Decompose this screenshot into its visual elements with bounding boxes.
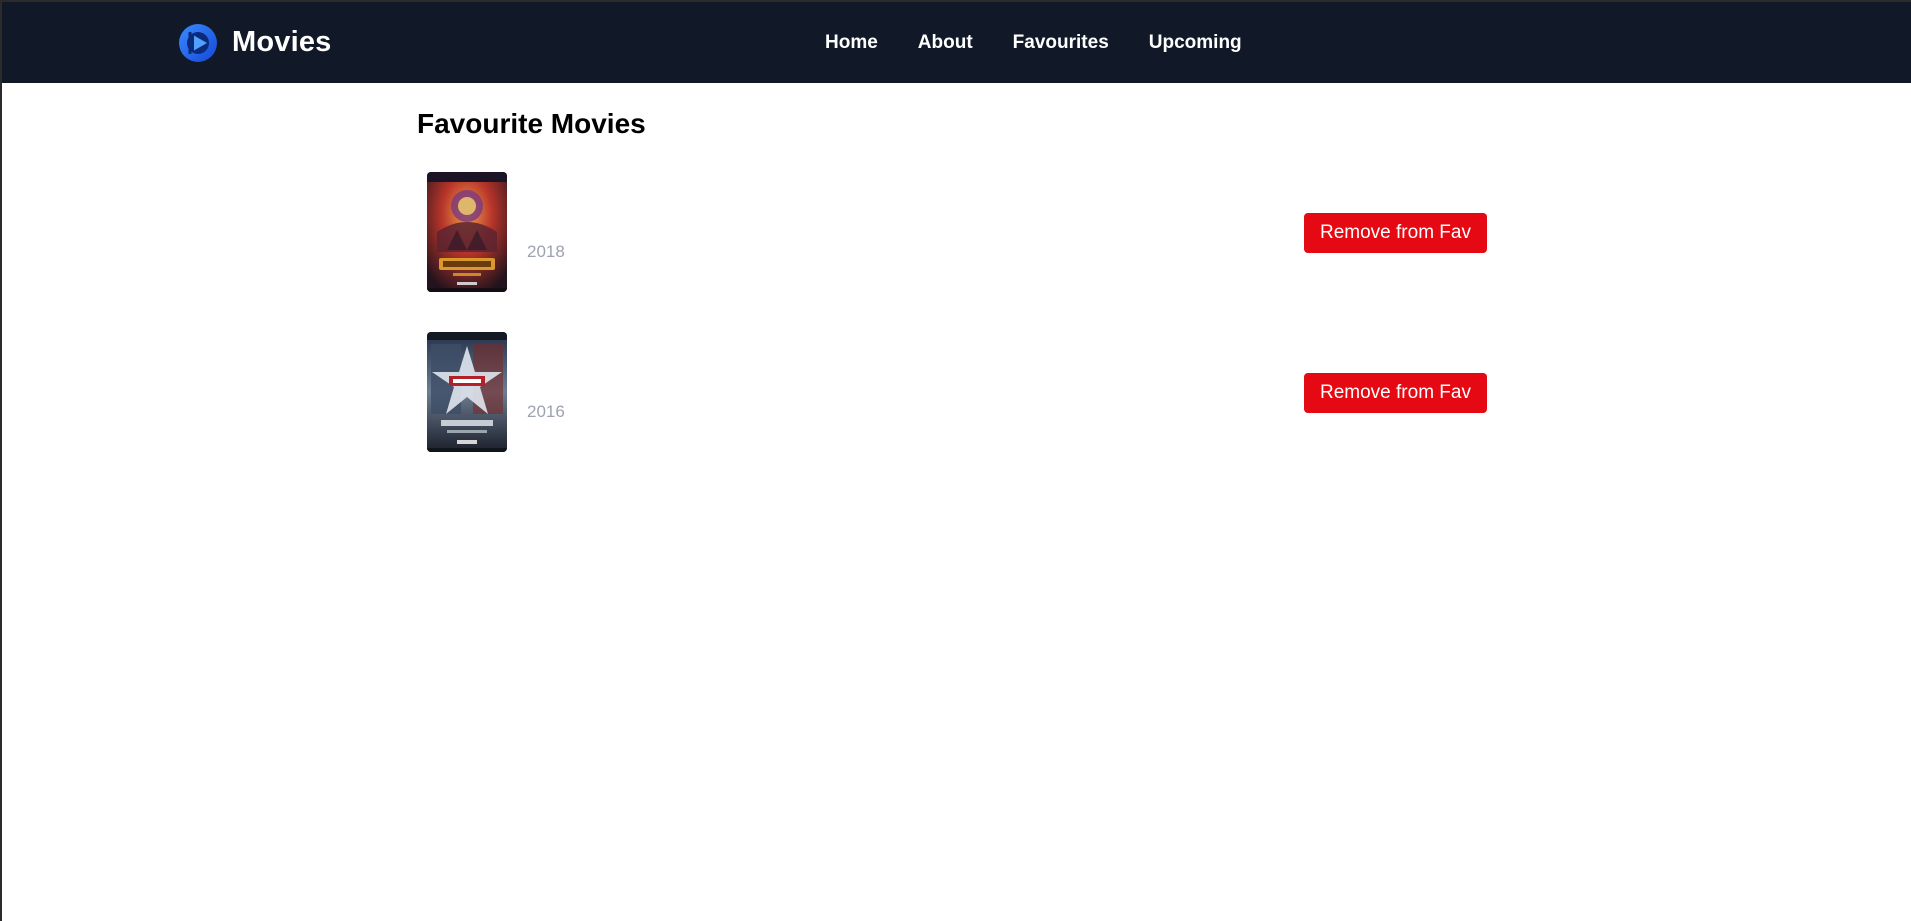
movie-year: 2016 (527, 402, 565, 421)
main-content: Favourite Movies 2018 Remove from Fav 20… (417, 106, 1497, 492)
movie-row: 2016 Remove from Fav (417, 332, 1497, 452)
remove-from-fav-button[interactable]: Remove from Fav (1304, 373, 1487, 413)
nav-link-favourites[interactable]: Favourites (1013, 32, 1109, 54)
nav-links: Home About Favourites Upcoming (825, 2, 1242, 83)
avengers-infinity-war-poster (427, 172, 507, 292)
nav-link-home[interactable]: Home (825, 32, 878, 54)
brand-name: Movies (232, 26, 332, 58)
nav-link-about[interactable]: About (918, 32, 973, 54)
captain-america-civil-war-poster (427, 332, 507, 452)
movie-row: 2018 Remove from Fav (417, 172, 1497, 292)
remove-from-fav-button[interactable]: Remove from Fav (1304, 213, 1487, 253)
play-logo-icon (179, 23, 217, 62)
navbar: Movies Home About Favourites Upcoming (2, 2, 1911, 83)
favourite-movie-list: 2018 Remove from Fav 2016 Remove from Fa… (417, 172, 1497, 452)
brand[interactable]: Movies (178, 2, 332, 83)
movie-year: 2018 (527, 242, 565, 261)
page-title: Favourite Movies (417, 108, 646, 139)
nav-link-upcoming[interactable]: Upcoming (1149, 32, 1242, 54)
